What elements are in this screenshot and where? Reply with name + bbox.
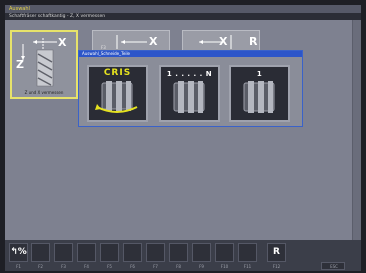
softkey-f12[interactable]: R <box>267 243 286 262</box>
softkey-label: F10 <box>220 264 229 269</box>
softkey-label: F5 <box>107 264 112 269</box>
softkey-label: F7 <box>153 264 158 269</box>
escape-button[interactable]: ESC <box>321 262 345 270</box>
milling-head-icon <box>243 81 275 113</box>
milling-head-icon <box>173 81 205 113</box>
softkey-f8[interactable] <box>169 243 188 262</box>
softkey-label: F4 <box>84 264 89 269</box>
dialog-title: Auswahl_Schneide_Teile <box>79 51 302 57</box>
one-to-n-label: 1 . . . . . N <box>166 70 213 78</box>
softkey-f10[interactable] <box>215 243 234 262</box>
softkey-label: F9 <box>199 264 204 269</box>
softkey-f9[interactable] <box>192 243 211 262</box>
cris-option[interactable]: CRIS <box>87 65 148 122</box>
page-subtitle: Schaftfräser schaftkantig - Z, X vermess… <box>5 13 361 20</box>
softkey-label: F11 <box>243 264 252 269</box>
right-scroll-strip <box>352 20 361 240</box>
softkey-label: F8 <box>176 264 181 269</box>
softkey-f6[interactable] <box>123 243 142 262</box>
x-axis-label: X <box>149 35 158 48</box>
escape-label: ESC <box>330 264 338 269</box>
application-screen: Auswahl Schaftfräser schaftkantig - Z, X… <box>5 5 361 271</box>
cutting-edge-dialog: Auswahl_Schneide_Teile CRIS 1 . . . . . … <box>78 50 303 127</box>
softkey-bar: ↰% F1 F2 F3 F4 F5 F6 F7 F8 F9 F10 F11 R … <box>5 240 361 271</box>
softkey-f5[interactable] <box>100 243 119 262</box>
single-option[interactable]: 1 <box>229 65 290 122</box>
one-to-n-option[interactable]: 1 . . . . . N <box>159 65 220 122</box>
softkey-f4[interactable] <box>77 243 96 262</box>
softkey-label: F6 <box>130 264 135 269</box>
softkey-label: F1 <box>16 264 21 269</box>
r-axis-label: R <box>249 35 258 48</box>
x-axis-label: X <box>219 35 228 48</box>
tile-z-x[interactable]: X Z Z und X vermessen <box>10 30 78 99</box>
softkey-label: F12 <box>272 264 281 269</box>
softkey-f7[interactable] <box>146 243 165 262</box>
single-label: 1 <box>256 70 263 78</box>
z-axis-label: Z <box>16 58 24 71</box>
window-title: Auswahl <box>5 5 361 13</box>
softkey-f3[interactable] <box>54 243 73 262</box>
reset-r-icon: R <box>273 247 280 257</box>
softkey-f2[interactable] <box>31 243 50 262</box>
softkey-label: F2 <box>38 264 43 269</box>
softkey-f11[interactable] <box>238 243 257 262</box>
milling-head-rotation-icon <box>95 81 138 113</box>
tile-caption: Z und X vermessen <box>24 90 64 95</box>
softkey-f1[interactable]: ↰% <box>9 243 28 262</box>
x-axis-label: X <box>58 36 67 49</box>
softkey-label: F3 <box>61 264 66 269</box>
back-percent-icon: ↰% <box>10 247 27 257</box>
